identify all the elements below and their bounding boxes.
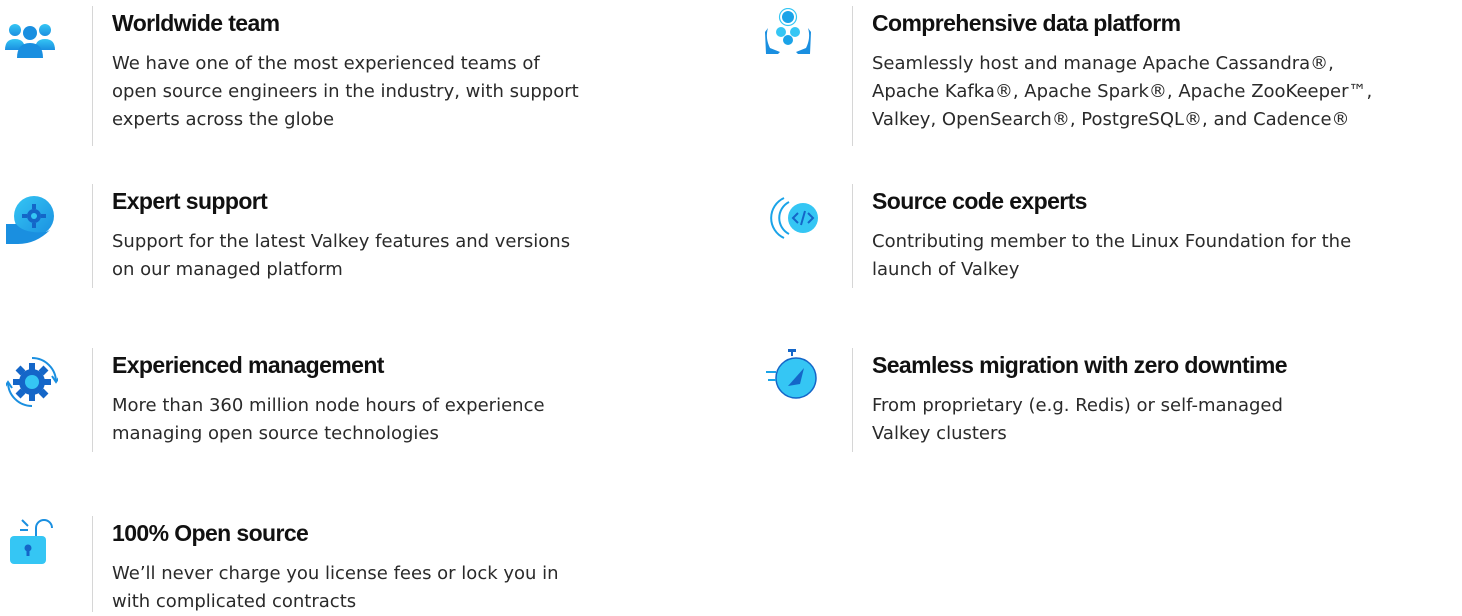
feature-source-code-experts: Source code experts Contributing member … <box>760 184 1460 288</box>
feature-divider <box>92 184 93 288</box>
feature-title: Expert support <box>112 188 268 214</box>
feature-divider <box>92 6 93 146</box>
feature-description: We’ll never charge you license fees or l… <box>112 563 559 612</box>
feature-seamless-migration: Seamless migration with zero downtime Fr… <box>760 348 1460 452</box>
feature-expert-support: Expert support Support for the latest Va… <box>0 184 700 288</box>
feature-description: Contributing member to the Linux Foundat… <box>872 231 1352 280</box>
gear-cycle-icon <box>6 357 58 407</box>
feature-description: We have one of the most experienced team… <box>112 53 579 130</box>
feature-description: Support for the latest Valkey features a… <box>112 231 571 280</box>
feature-title: Source code experts <box>872 188 1087 214</box>
feature-data-platform: Comprehensive data platform Seamlessly h… <box>760 6 1460 146</box>
feature-title: Experienced management <box>112 352 384 378</box>
feature-divider <box>852 348 853 452</box>
feature-description: Seamlessly host and manage Apache Cassan… <box>872 53 1373 130</box>
support-gear-icon <box>6 196 54 244</box>
feature-divider <box>92 516 93 612</box>
feature-divider <box>852 184 853 288</box>
feature-divider <box>852 6 853 146</box>
feature-description: From proprietary (e.g. Redis) or self-ma… <box>872 395 1283 444</box>
stopwatch-icon <box>766 349 817 399</box>
source-code-icon <box>770 197 818 239</box>
data-platform-icon <box>765 8 811 54</box>
team-icon <box>5 24 55 58</box>
feature-worldwide-team: Worldwide team We have one of the most e… <box>0 6 700 146</box>
open-lock-icon <box>10 519 53 564</box>
feature-open-source: 100% Open source We’ll never charge you … <box>0 516 700 612</box>
feature-description: More than 360 million node hours of expe… <box>112 395 545 444</box>
feature-title: Worldwide team <box>112 10 280 36</box>
feature-title: Comprehensive data platform <box>872 10 1181 36</box>
feature-title: Seamless migration with zero downtime <box>872 352 1287 378</box>
feature-title: 100% Open source <box>112 520 309 546</box>
feature-experienced-management: Experienced management More than 360 mil… <box>0 348 700 452</box>
feature-divider <box>92 348 93 452</box>
